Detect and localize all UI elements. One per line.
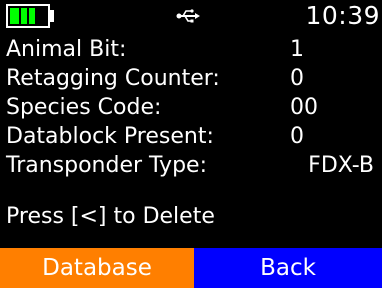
database-softkey-button[interactable]: Database [0,248,194,288]
detail-row-retagging-counter: Retagging Counter: 0 [0,64,382,93]
battery-level-fill [10,8,37,24]
usb-icon [176,9,200,23]
detail-value: 0 [290,66,304,91]
detail-label: Animal Bit: [6,37,127,62]
clock: 10:39 [305,1,380,30]
detail-value: 1 [290,37,304,62]
detail-value: 0 [290,124,304,149]
detail-value: 00 [290,95,318,120]
detail-label: Species Code: [6,95,162,120]
softkey-bar: Database Back [0,248,382,288]
battery-segment-divider [27,8,29,24]
detail-row-datablock-present: Datablock Present: 0 [0,122,382,151]
detail-label: Datablock Present: [6,124,214,149]
battery-terminal [50,10,54,22]
battery-segment-divider [35,8,37,24]
detail-row-species-code: Species Code: 00 [0,93,382,122]
detail-list: Animal Bit: 1 Retagging Counter: 0 Speci… [0,35,382,180]
battery-icon [6,4,50,28]
detail-value: FDX-B [308,153,374,178]
detail-row-animal-bit: Animal Bit: 1 [0,35,382,64]
detail-label: Retagging Counter: [6,66,220,91]
back-softkey-button[interactable]: Back [194,248,382,288]
delete-hint: Press [<] to Delete [6,204,215,229]
status-bar: 10:39 [0,0,382,34]
detail-label: Transponder Type: [6,153,207,178]
battery-segment-divider [19,8,21,24]
detail-row-transponder-type: Transponder Type: FDX-B [0,151,382,180]
